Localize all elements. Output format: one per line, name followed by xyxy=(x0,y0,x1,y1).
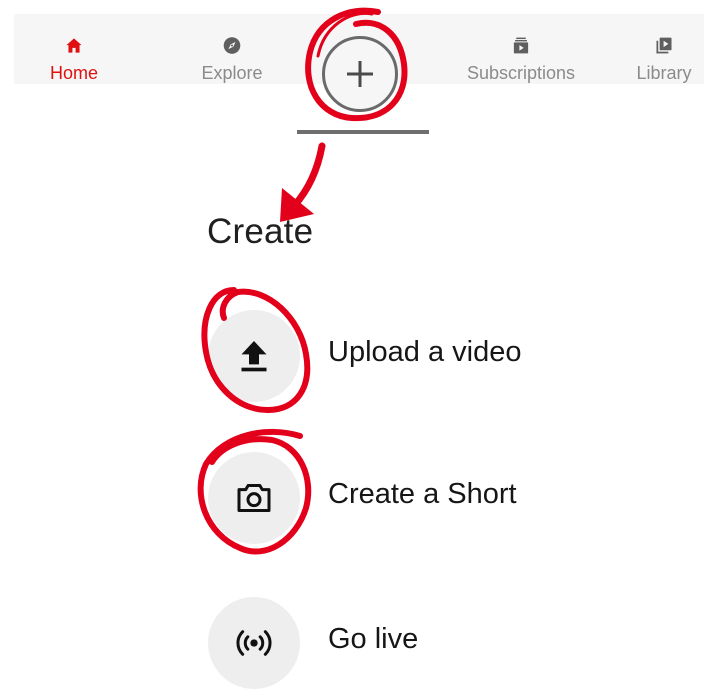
nav-subscriptions-label: Subscriptions xyxy=(466,63,576,83)
nav-library-label: Library xyxy=(636,63,692,83)
library-icon xyxy=(656,37,672,54)
create-button[interactable] xyxy=(322,36,398,112)
live-broadcast-icon xyxy=(236,630,272,656)
upload-video-option[interactable]: Upload a video xyxy=(208,310,568,406)
live-icon-circle xyxy=(208,597,300,689)
annotation-arrow-stem xyxy=(290,142,326,210)
nav-explore[interactable]: Explore xyxy=(172,14,292,84)
create-short-label: Create a Short xyxy=(328,478,517,510)
nav-home[interactable]: Home xyxy=(14,14,134,84)
compass-icon xyxy=(223,37,241,54)
nav-library[interactable]: Library xyxy=(604,14,715,84)
subscriptions-icon xyxy=(513,37,529,54)
upload-icon xyxy=(241,341,267,372)
create-short-option[interactable]: Create a Short xyxy=(208,452,568,548)
nav-explore-label: Explore xyxy=(201,63,263,83)
plus-icon xyxy=(347,61,373,87)
upload-icon-circle xyxy=(208,310,300,402)
nav-home-label: Home xyxy=(49,63,98,83)
camera-icon xyxy=(237,484,271,512)
upload-video-label: Upload a video xyxy=(328,336,522,368)
home-icon xyxy=(66,38,82,53)
create-tab-indicator xyxy=(297,130,429,134)
go-live-label: Go live xyxy=(328,623,419,655)
camera-icon-circle xyxy=(208,452,300,544)
nav-subscriptions[interactable]: Subscriptions xyxy=(459,14,583,84)
go-live-option[interactable]: Go live xyxy=(208,597,568,691)
create-menu-title: Create xyxy=(207,212,314,251)
